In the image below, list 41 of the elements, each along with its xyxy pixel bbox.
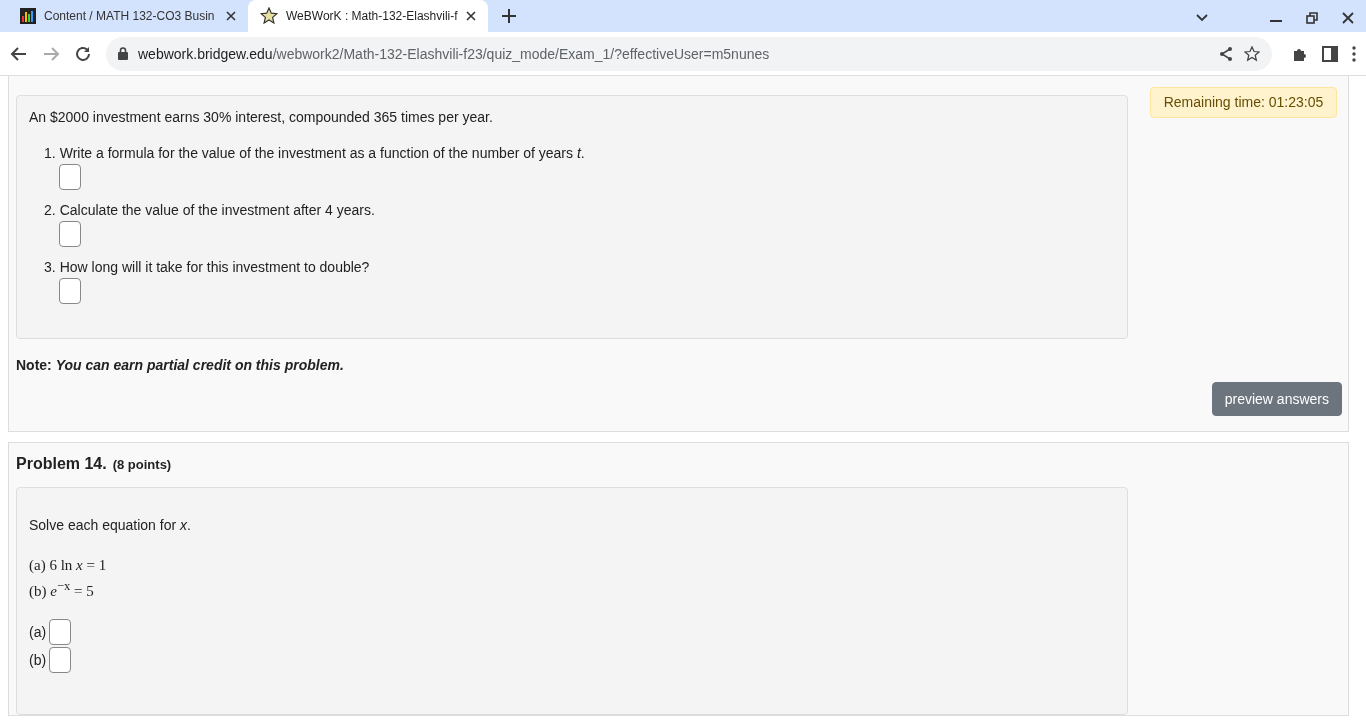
menu-icon[interactable] [1352,45,1356,62]
side-panel-icon[interactable] [1322,45,1338,62]
preview-answers-button[interactable]: preview answers [1211,382,1342,416]
list-number: 1. [44,145,56,161]
close-icon[interactable] [466,11,476,21]
question-text: Write a formula for the value of the investment as a function of the number of years t. [59,145,585,161]
close-icon[interactable] [1342,12,1354,24]
answer-box[interactable] [59,164,81,190]
bar-chart-icon [20,8,36,24]
share-icon[interactable] [1218,45,1234,62]
list-number: 2. [44,202,56,218]
note-text: Note: You can earn partial credit on this problem. [16,357,345,373]
question-text: How long will it take for this investment to double? [59,259,370,275]
problem-text: An $2000 investment earns 30% interest, compounded 365 times per year. [29,109,494,125]
browser-tab[interactable]: WeBWorK : Math-132-Elashvili-f [248,0,488,32]
answer-box[interactable] [59,221,81,247]
star-icon[interactable] [1244,45,1260,62]
question-text: Calculate the value of the investment after 4 years. [59,202,375,218]
problem-title: Problem 14. [16,455,107,473]
address-bar[interactable]: webwork.bridgew.edu/webwork2/Math-132-Elashvili-f23/quiz_mode/Exam_1/?effectiveUser=m5nunes [106,36,1272,71]
restore-icon[interactable] [1306,12,1318,24]
star-icon [260,7,278,25]
problem-text: Solve each equation for x. [29,517,192,533]
url-text: webwork.bridgew.edu/webwork2/Math-132-Elashvili-f23/quiz_mode/Exam_1/?effectiveUser=m5nunes [138,45,771,62]
remaining-time-notice: Remaining time: 01:23:05 [1150,87,1337,118]
answer-box[interactable] [49,619,72,645]
equation-text: (b) e$^{−x}$ = 5 [29,578,95,601]
answer-box[interactable] [59,278,81,304]
back-icon[interactable] [10,44,28,63]
lock-icon [118,47,128,60]
answer-label: (b) [29,652,47,668]
list-number: 3. [44,259,56,275]
answer-label: (a) [29,624,47,640]
answer-box[interactable] [49,647,72,673]
new-tab-icon[interactable] [502,9,516,23]
equation-text: (a) 6 ln x = 1 [29,556,108,575]
points-label: (8 points) [112,457,172,472]
browser-tab[interactable]: Content / MATH 132-CO3 Busin [8,0,248,32]
chevron-down-icon[interactable] [1196,14,1208,22]
reload-icon[interactable] [74,44,92,63]
close-icon[interactable] [226,11,236,21]
